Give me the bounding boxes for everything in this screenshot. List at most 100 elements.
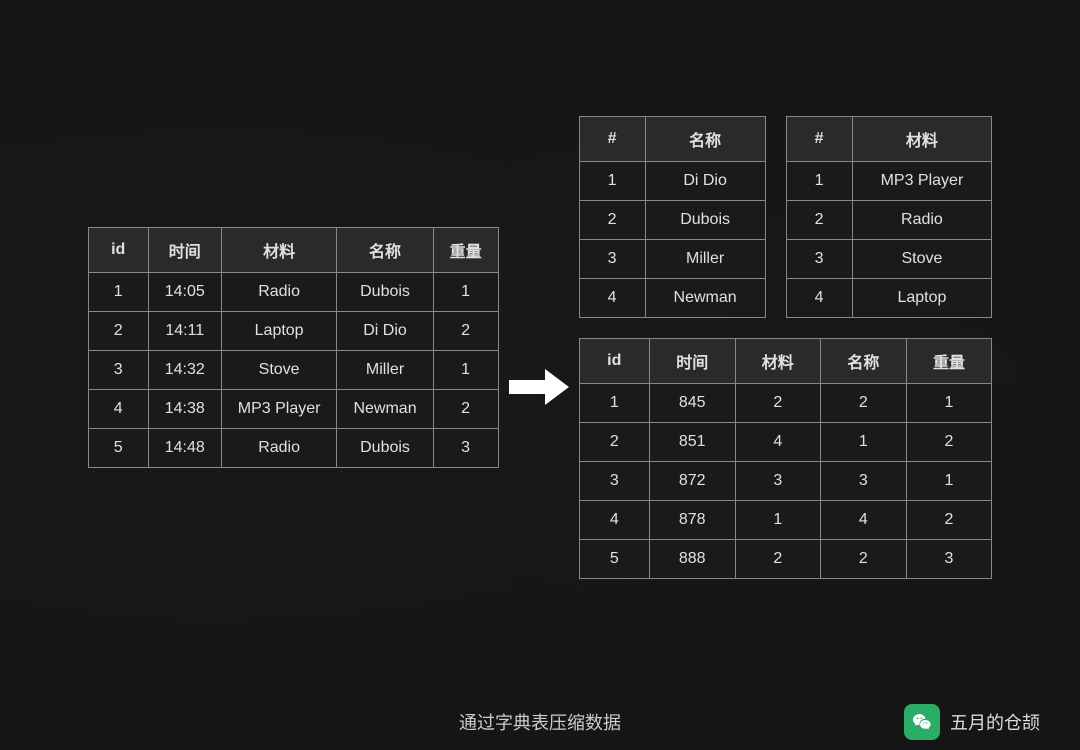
table-row: 2Radio: [786, 200, 992, 239]
table-cell: 4: [579, 500, 649, 539]
table-row: 3Stove: [786, 239, 992, 278]
table-cell: Dubois: [337, 272, 433, 311]
table-cell: 1: [821, 422, 907, 461]
table-cell: 1: [735, 500, 821, 539]
table-header-cell: 时间: [148, 227, 221, 272]
table-row: 2851412: [579, 422, 992, 461]
table-cell: 845: [649, 383, 735, 422]
table-cell: 2: [786, 200, 852, 239]
table-header-cell: 重量: [433, 227, 498, 272]
table-cell: 14:38: [148, 389, 221, 428]
arrow-section: [499, 289, 579, 405]
table-cell: 14:11: [148, 311, 221, 350]
table-header-cell: 材料: [735, 338, 821, 383]
table-header-cell: 重量: [906, 338, 992, 383]
arrow-head: [545, 369, 569, 405]
tr2-body: 1MP3 Player2Radio3Stove4Laptop: [786, 161, 992, 317]
table-cell: Newman: [337, 389, 433, 428]
table-cell: 3: [735, 461, 821, 500]
table-cell: 2: [735, 383, 821, 422]
table-row: 5888223: [579, 539, 992, 578]
table-row: 214:11LaptopDi Dio2: [88, 311, 498, 350]
table-cell: 4: [579, 278, 645, 317]
table-header-cell: #: [579, 116, 645, 161]
table-row: 2Dubois: [579, 200, 765, 239]
table-row: 414:38MP3 PlayerNewman2: [88, 389, 498, 428]
wechat-icon: [904, 704, 940, 740]
table-cell: 2: [433, 311, 498, 350]
table-cell: 2: [579, 200, 645, 239]
table-row: 1Di Dio: [579, 161, 765, 200]
table-cell: Miller: [337, 350, 433, 389]
table-cell: Newman: [645, 278, 765, 317]
table-row: 1MP3 Player: [786, 161, 992, 200]
table-cell: Laptop: [221, 311, 337, 350]
table-cell: 5: [88, 428, 148, 467]
table-row: 4Newman: [579, 278, 765, 317]
table-header-cell: 材料: [852, 116, 992, 161]
table-cell: 3: [433, 428, 498, 467]
table-cell: 3: [579, 239, 645, 278]
content-area: id时间材料名称重量 114:05RadioDubois1214:11Lapto…: [0, 0, 1080, 694]
table-cell: 4: [786, 278, 852, 317]
table-cell: 1: [88, 272, 148, 311]
table-cell: 4: [88, 389, 148, 428]
arrow-icon: [509, 369, 569, 405]
table-row: 114:05RadioDubois1: [88, 272, 498, 311]
tr1-body: 1Di Dio2Dubois3Miller4Newman: [579, 161, 765, 317]
table-cell: 1: [786, 161, 852, 200]
table-cell: Stove: [221, 350, 337, 389]
footer-text: 通过字典表压缩数据: [459, 709, 621, 735]
table-cell: 2: [821, 539, 907, 578]
table-cell: 14:05: [148, 272, 221, 311]
tr1-header: #名称: [579, 116, 765, 161]
top-right-table2: #材料 1MP3 Player2Radio3Stove4Laptop: [786, 116, 993, 318]
table-cell: 2: [906, 500, 992, 539]
table-cell: 1: [906, 383, 992, 422]
left-table-body: 114:05RadioDubois1214:11LaptopDi Dio2314…: [88, 272, 498, 467]
table-header-cell: #: [786, 116, 852, 161]
bottom-right-table: id时间材料名称重量 18452212851412387233148781425…: [579, 338, 993, 579]
table-cell: 14:48: [148, 428, 221, 467]
table-cell: 2: [433, 389, 498, 428]
table-cell: 1: [906, 461, 992, 500]
table-cell: Stove: [852, 239, 992, 278]
table-cell: 1: [433, 272, 498, 311]
right-section: #名称 1Di Dio2Dubois3Miller4Newman #材料 1MP…: [579, 116, 993, 579]
table-cell: 1: [579, 383, 649, 422]
table-cell: Radio: [852, 200, 992, 239]
table-header-cell: 名称: [821, 338, 907, 383]
table-cell: 872: [649, 461, 735, 500]
table-cell: 2: [821, 383, 907, 422]
table-cell: 5: [579, 539, 649, 578]
main-container: id时间材料名称重量 114:05RadioDubois1214:11Lapto…: [0, 0, 1080, 750]
table-cell: 2: [88, 311, 148, 350]
table-cell: MP3 Player: [852, 161, 992, 200]
table-row: 314:32StoveMiller1: [88, 350, 498, 389]
table-row: 4Laptop: [786, 278, 992, 317]
table-cell: 1: [433, 350, 498, 389]
table-header-cell: 时间: [649, 338, 735, 383]
brand-name: 五月的仓颉: [950, 709, 1040, 735]
footer: 通过字典表压缩数据 五月的仓颉: [0, 694, 1080, 750]
table-cell: 3: [906, 539, 992, 578]
br-header: id时间材料名称重量: [579, 338, 992, 383]
table-cell: 4: [821, 500, 907, 539]
footer-brand: 五月的仓颉: [904, 704, 1040, 740]
table-cell: Di Dio: [645, 161, 765, 200]
table-cell: Dubois: [337, 428, 433, 467]
table-row: 1845221: [579, 383, 992, 422]
table-header-cell: id: [579, 338, 649, 383]
table-cell: 3: [786, 239, 852, 278]
table-cell: 888: [649, 539, 735, 578]
table-row: 514:48RadioDubois3: [88, 428, 498, 467]
table-header-cell: id: [88, 227, 148, 272]
left-section: id时间材料名称重量 114:05RadioDubois1214:11Lapto…: [88, 227, 499, 468]
table-row: 3872331: [579, 461, 992, 500]
right-top: #名称 1Di Dio2Dubois3Miller4Newman #材料 1MP…: [579, 116, 993, 318]
table-cell: 3: [579, 461, 649, 500]
tr2-header: #材料: [786, 116, 992, 161]
top-right-table1: #名称 1Di Dio2Dubois3Miller4Newman: [579, 116, 766, 318]
table-cell: Radio: [221, 272, 337, 311]
table-cell: 851: [649, 422, 735, 461]
